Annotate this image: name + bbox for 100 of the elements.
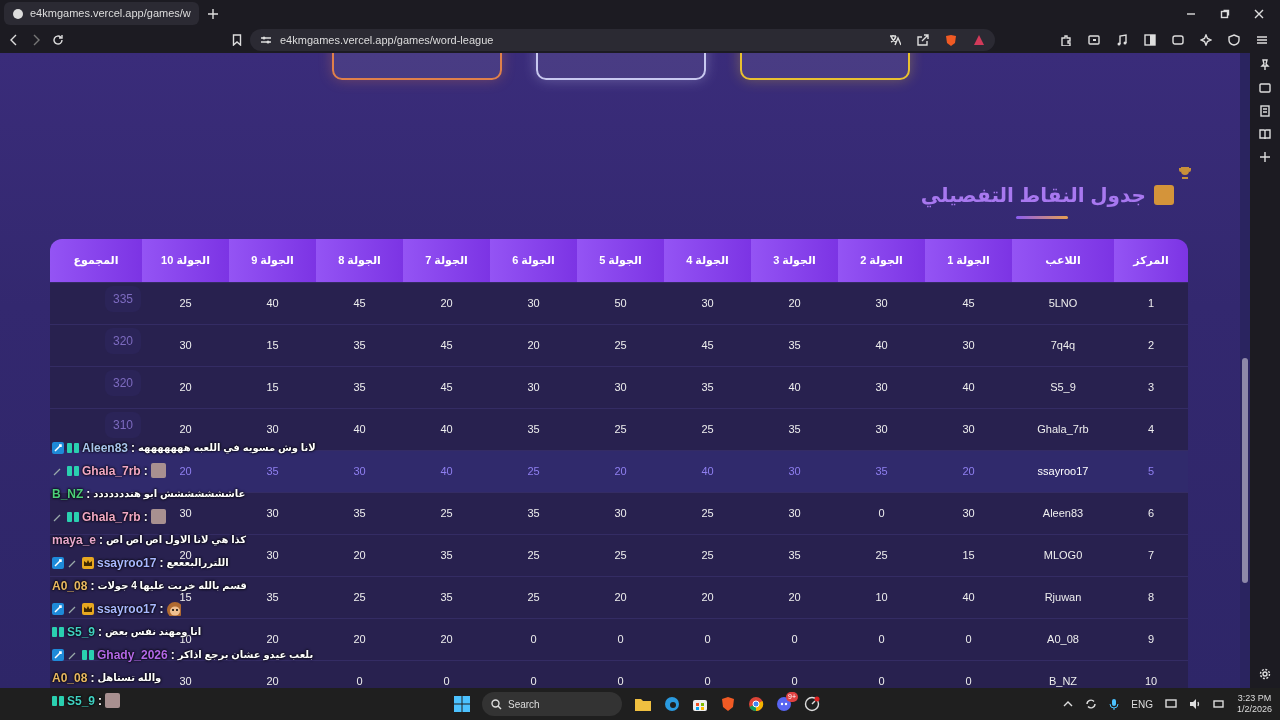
player-name: MLOG0 — [1043, 548, 1083, 561]
score-cell: 45 — [701, 338, 714, 351]
column-header[interactable]: الجولة 6 — [490, 239, 577, 282]
add-icon[interactable] — [1259, 151, 1271, 163]
rank-cell: 3 — [1147, 380, 1155, 393]
score-cell: 40 — [701, 464, 714, 477]
microphone-icon[interactable] — [1109, 698, 1120, 710]
scrollbar-thumb[interactable] — [1242, 358, 1248, 583]
triangle-icon[interactable] — [973, 34, 985, 46]
photo-placeholder — [105, 693, 121, 708]
rank-cell: 10 — [1144, 675, 1158, 687]
column-header[interactable]: الجولة 2 — [838, 239, 925, 282]
windows-start-icon[interactable] — [454, 696, 470, 712]
book-icon[interactable] — [1259, 128, 1271, 140]
score-cell: 0 — [965, 675, 972, 687]
chat-username: A0_08 — [52, 671, 88, 684]
settings-icon[interactable] — [1259, 668, 1271, 680]
player-name: Rjuwan — [1044, 590, 1082, 603]
puzzle-icon[interactable] — [1060, 34, 1072, 46]
battery-icon[interactable] — [1212, 698, 1225, 710]
chat-separator: : — [90, 579, 95, 592]
score-cell: 25 — [701, 422, 714, 435]
monitor-icon[interactable] — [1164, 698, 1177, 710]
site-settings-icon[interactable] — [260, 35, 272, 45]
new-tab-icon[interactable] — [206, 7, 219, 20]
chevron-up-icon[interactable] — [1063, 699, 1074, 709]
score-cell: 25 — [353, 590, 366, 603]
score-cell: 40 — [440, 464, 453, 477]
score-cell: 40 — [875, 338, 888, 351]
column-header[interactable]: اللاعب — [1012, 239, 1114, 282]
score-cell: 30 — [788, 464, 801, 477]
translate-icon[interactable] — [889, 34, 901, 46]
folder-icon[interactable] — [634, 696, 652, 712]
chat-username: ssayroo17 — [97, 556, 157, 569]
pin-icon[interactable] — [1259, 59, 1271, 71]
chrome-icon[interactable] — [748, 696, 764, 712]
reload-icon[interactable] — [52, 34, 64, 46]
score-cell: 15 — [266, 380, 279, 393]
clock-date[interactable]: 1/2/2026 — [1236, 704, 1272, 715]
shield-icon[interactable] — [1228, 34, 1240, 46]
score-cell: 20 — [614, 464, 627, 477]
chat-username: Ghala_7rb — [82, 464, 141, 477]
score-cell: 20 — [353, 548, 366, 561]
speaker-icon[interactable] — [1188, 698, 1201, 710]
score-cell: 35 — [701, 380, 714, 393]
score-cell: 40 — [353, 422, 366, 435]
globe-icon — [12, 7, 24, 20]
sync-icon[interactable] — [1085, 698, 1098, 710]
score-cell: 10 — [875, 590, 888, 603]
language-indicator[interactable]: ENG — [1131, 696, 1153, 712]
score-cell: 15 — [962, 548, 975, 561]
score-cell: 25 — [875, 548, 888, 561]
column-header[interactable]: الجولة 7 — [403, 239, 490, 282]
score-cell: 45 — [440, 380, 453, 393]
score-cell: 35 — [788, 548, 801, 561]
dashboard-icon[interactable] — [804, 696, 820, 712]
clock-time[interactable]: 3:23 PM — [1236, 693, 1272, 704]
score-cell: 20 — [614, 590, 627, 603]
column-header[interactable]: المركز — [1114, 239, 1188, 282]
score-cell: 35 — [527, 506, 540, 519]
close-icon[interactable] — [1254, 8, 1264, 19]
column-header[interactable]: الجولة 1 — [925, 239, 1012, 282]
browser-tab[interactable]: e4kmgames.vercel.app/games/w — [4, 2, 199, 25]
score-cell: 25 — [527, 464, 540, 477]
total-score: 335 — [104, 285, 141, 312]
score-cell: 25 — [614, 338, 627, 351]
rank-cell: 1 — [1147, 296, 1155, 309]
column-header[interactable]: المجموع — [50, 239, 142, 282]
score-cell: 35 — [527, 422, 540, 435]
share-icon[interactable] — [917, 34, 929, 46]
column-header[interactable]: الجولة 8 — [316, 239, 403, 282]
chat-username: Ghala_7rb — [82, 510, 141, 523]
chat-message: والله تستاهل — [97, 672, 162, 683]
column-header[interactable]: الجولة 9 — [229, 239, 316, 282]
score-cell: 30 — [266, 506, 279, 519]
score-cell: 30 — [179, 506, 192, 519]
notebook-icon[interactable] — [1259, 105, 1271, 117]
score-cell: 35 — [788, 338, 801, 351]
column-header[interactable]: الجولة 5 — [577, 239, 664, 282]
column-header[interactable]: الجولة 4 — [664, 239, 751, 282]
monkey-face-icon — [166, 601, 182, 616]
column-header[interactable]: الجولة 10 — [142, 239, 229, 282]
menu-icon[interactable] — [1256, 34, 1268, 46]
lion-shield-icon[interactable] — [720, 696, 736, 712]
restore-icon[interactable] — [1220, 8, 1230, 19]
column-header[interactable]: الجولة 3 — [751, 239, 838, 282]
score-cell: 0 — [704, 632, 711, 645]
score-cell: 15 — [266, 338, 279, 351]
bookmark-icon[interactable] — [232, 34, 242, 46]
search-field[interactable]: Search — [482, 692, 622, 716]
score-cell: 0 — [791, 675, 798, 687]
score-cell: 30 — [875, 380, 888, 393]
chat-username: Ghady_2026 — [97, 648, 168, 661]
lion-shield-icon[interactable] — [945, 33, 957, 47]
score-cell: 40 — [266, 296, 279, 309]
sparkle-icon[interactable] — [1200, 34, 1212, 46]
chat-message: عاششششششش ابو هنددددددد — [93, 488, 246, 499]
music-icon[interactable] — [1116, 34, 1128, 46]
score-cell: 25 — [527, 548, 540, 561]
sidebar-icon[interactable] — [1144, 34, 1156, 46]
